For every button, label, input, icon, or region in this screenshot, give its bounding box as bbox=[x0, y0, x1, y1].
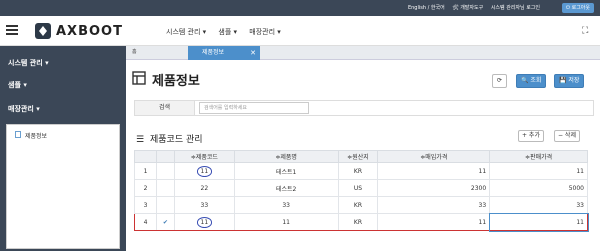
row-number: 2 bbox=[134, 179, 157, 197]
top-menu: 시스템 관리 ▾ 샘플 ▾ 매장관리 ▾ bbox=[166, 27, 291, 37]
row-number: 1 bbox=[134, 162, 157, 180]
col-product-name[interactable]: ≑제품명 bbox=[233, 150, 339, 163]
document-icon bbox=[15, 131, 21, 138]
row-checkbox[interactable] bbox=[155, 196, 175, 214]
col-product-code[interactable]: ≑제품코드 bbox=[173, 150, 235, 163]
menu-store[interactable]: 매장관리 ▾ bbox=[249, 28, 281, 36]
col-checkbox[interactable] bbox=[155, 150, 175, 163]
product-name-cell[interactable]: 테스트1 bbox=[233, 162, 339, 180]
brand-name: AXBOOT bbox=[56, 24, 123, 39]
table-row-selected[interactable]: 4 ✔ 11 11 KR 11 11 bbox=[134, 212, 589, 232]
search-row: 검색 검색어를 입력하세요 bbox=[134, 100, 594, 116]
product-code-cell[interactable]: 22 bbox=[173, 179, 235, 197]
row-checkbox[interactable]: ✔ bbox=[155, 213, 175, 231]
fullscreen-icon[interactable]: ⛶ bbox=[582, 26, 592, 36]
sell-price-cell[interactable]: 33 bbox=[489, 196, 588, 214]
add-button[interactable]: + 추가 bbox=[518, 130, 544, 142]
row-number: 3 bbox=[134, 196, 157, 214]
tab-product-info[interactable]: 제품정보 ✕ bbox=[188, 46, 260, 60]
hamburger-icon[interactable] bbox=[6, 25, 18, 37]
tab-home[interactable]: 홈 bbox=[132, 48, 137, 55]
col-origin[interactable]: ≑원산지 bbox=[337, 150, 379, 163]
origin-cell[interactable]: KR bbox=[337, 162, 379, 180]
section-title-text: 제품코드 관리 bbox=[150, 135, 203, 145]
origin-cell[interactable]: US bbox=[337, 179, 379, 197]
product-name-cell[interactable]: 11 bbox=[233, 213, 339, 231]
sidebar-item-sample[interactable]: 샘플 ▾ bbox=[8, 80, 27, 90]
sidebar-item-store[interactable]: 매장관리 ▾ bbox=[8, 104, 40, 114]
table-row[interactable]: 2 22 테스트2 US 2300 5000 bbox=[134, 179, 588, 197]
user-login-status: 시스템 관리자님 로그인 bbox=[490, 5, 540, 11]
sidebar-submenu: 제품정보 bbox=[6, 124, 120, 249]
buy-price-cell[interactable]: 11 bbox=[377, 162, 491, 180]
col-buy-price[interactable]: ≑매입가격 bbox=[377, 150, 491, 163]
menu-system[interactable]: 시스템 관리 ▾ bbox=[166, 28, 206, 36]
row-checkbox[interactable] bbox=[155, 162, 175, 180]
sidebar: 시스템 관리 ▾ 샘플 ▾ 매장관리 ▾ 제품정보 bbox=[0, 46, 126, 251]
col-rownum bbox=[134, 150, 157, 163]
sell-price-cell[interactable]: 11 bbox=[489, 162, 588, 180]
table-row[interactable]: 3 33 33 KR 33 33 bbox=[134, 196, 588, 214]
section-title: ☰ 제품코드 관리 bbox=[136, 132, 203, 145]
search-label: 검색 bbox=[135, 101, 195, 115]
buy-price-cell[interactable]: 11 bbox=[377, 213, 491, 231]
search-button[interactable]: 🔍 조회 bbox=[516, 74, 547, 88]
table-row[interactable]: 1 11 테스트1 KR 11 11 bbox=[134, 162, 588, 180]
table-header-row: ≑제품코드 ≑제품명 ≑원산지 ≑매입가격 ≑판매가격 bbox=[134, 150, 588, 163]
save-button[interactable]: 💾 저장 bbox=[554, 74, 585, 88]
sell-price-cell[interactable]: 11 bbox=[488, 212, 589, 232]
language-link[interactable]: English / 한국어 bbox=[408, 5, 445, 11]
main-content: 제품정보 ⟳ 🔍 조회 💾 저장 검색 검색어를 입력하세요 ☰ 제품코드 관리 … bbox=[126, 60, 600, 251]
row-checkbox[interactable] bbox=[155, 179, 175, 197]
product-name-cell[interactable]: 33 bbox=[233, 196, 339, 214]
logout-button[interactable]: ⏻ 로그아웃 bbox=[562, 3, 594, 13]
menu-sample[interactable]: 샘플 ▾ bbox=[218, 28, 237, 36]
buy-price-cell[interactable]: 2300 bbox=[377, 179, 491, 197]
product-code-cell: 11 bbox=[196, 165, 213, 177]
delete-button[interactable]: − 삭제 bbox=[554, 130, 580, 142]
sell-price-cell[interactable]: 5000 bbox=[489, 179, 588, 197]
tab-bar: 홈 제품정보 ✕ bbox=[126, 46, 600, 60]
page-title: 제품정보 bbox=[152, 74, 200, 89]
close-icon[interactable]: ✕ bbox=[250, 46, 256, 60]
top-links: English / 한국어 🛠 개발자도구 시스템 관리자님 로그인 bbox=[402, 4, 540, 11]
sidebar-item-product-info[interactable]: 제품정보 bbox=[25, 131, 47, 140]
tab-label: 제품정보 bbox=[202, 49, 225, 56]
row-number: 4 bbox=[134, 213, 157, 231]
product-name-cell[interactable]: 테스트2 bbox=[233, 179, 339, 197]
col-sell-price[interactable]: ≑판매가격 bbox=[489, 150, 588, 163]
list-icon: ☰ bbox=[136, 135, 145, 145]
sidebar-item-system[interactable]: 시스템 관리 ▾ bbox=[8, 58, 49, 68]
top-bar: English / 한국어 🛠 개발자도구 시스템 관리자님 로그인 ⏻ 로그아… bbox=[0, 0, 600, 16]
product-code-cell: 11 bbox=[196, 216, 213, 228]
search-input[interactable]: 검색어를 입력하세요 bbox=[199, 102, 309, 114]
product-code-cell[interactable]: 33 bbox=[173, 196, 235, 214]
buy-price-cell[interactable]: 33 bbox=[377, 196, 491, 214]
origin-cell[interactable]: KR bbox=[337, 196, 379, 214]
header: AXBOOT 시스템 관리 ▾ 샘플 ▾ 매장관리 ▾ ⛶ bbox=[0, 16, 600, 46]
product-grid: ≑제품코드 ≑제품명 ≑원산지 ≑매입가격 ≑판매가격 1 11 테스트1 KR… bbox=[134, 150, 589, 232]
dev-tools-link[interactable]: 🛠 개발자도구 bbox=[452, 5, 483, 11]
refresh-button[interactable]: ⟳ bbox=[492, 74, 508, 88]
origin-cell[interactable]: KR bbox=[337, 213, 379, 231]
logo-icon bbox=[35, 23, 51, 39]
table-icon bbox=[132, 71, 146, 85]
